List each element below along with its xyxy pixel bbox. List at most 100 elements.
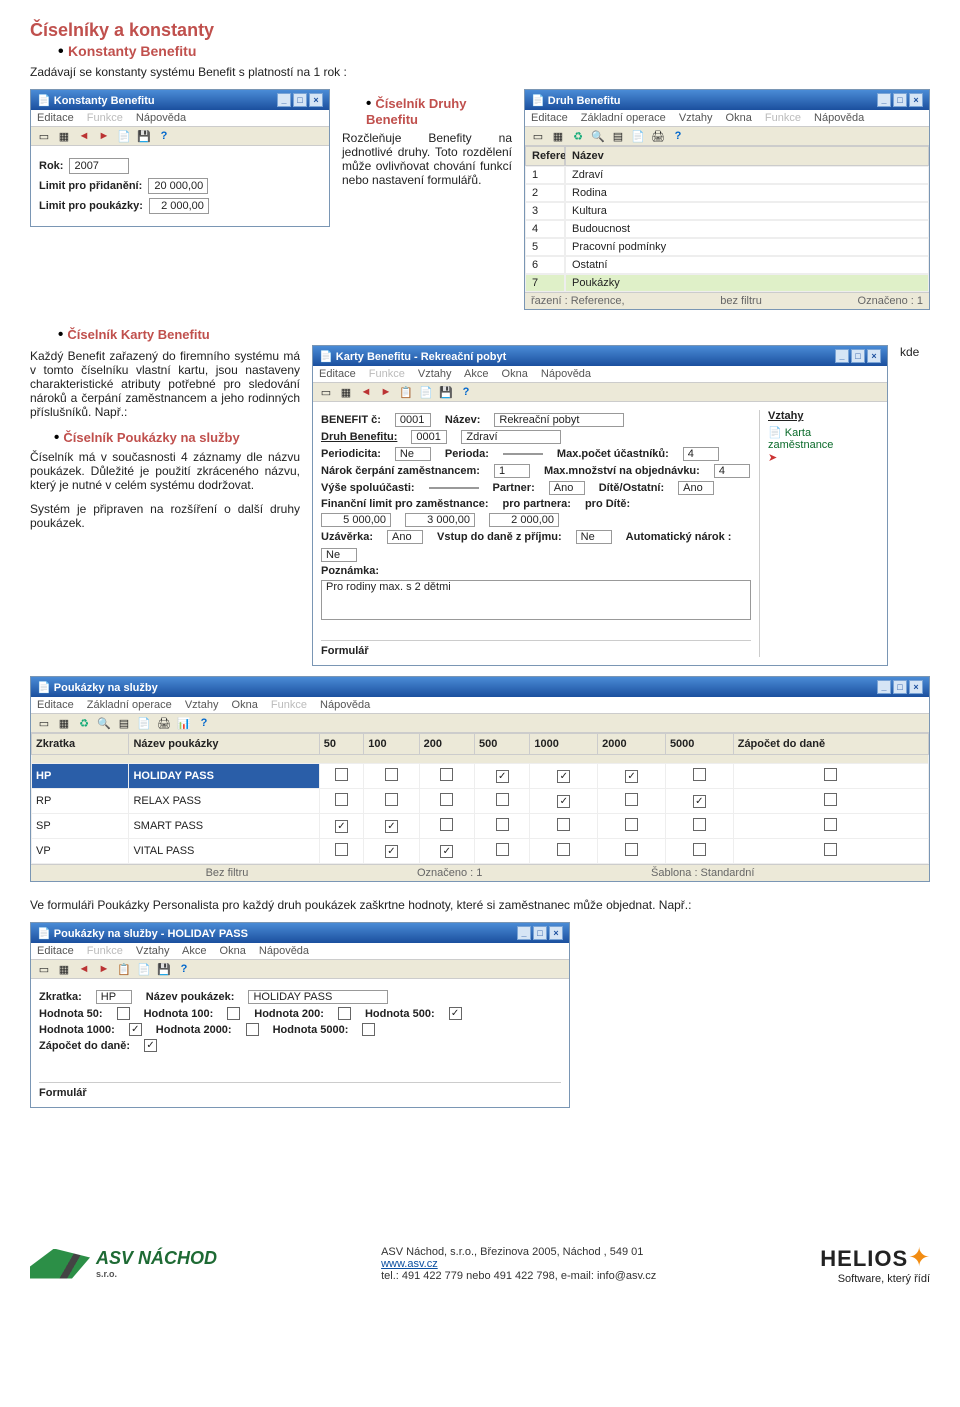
win-karty-titlebar[interactable]: 📄 Karty Benefitu - Rekreační pobyt _□× xyxy=(313,346,887,366)
lim2-input[interactable]: 2 000,00 xyxy=(149,198,209,214)
win-poukhp-titlebar[interactable]: 📄 Poukázky na služby - HOLIDAY PASS _□× xyxy=(31,923,569,943)
grid-cell[interactable]: 4 xyxy=(525,220,565,238)
tab-formular[interactable]: Formulář xyxy=(321,640,751,657)
win-druh-menu[interactable]: Editace Základní operace Vztahy Okna Fun… xyxy=(525,110,929,127)
menu-item[interactable]: Akce xyxy=(182,945,206,957)
checkbox[interactable] xyxy=(362,1023,375,1036)
zk-input[interactable]: HP xyxy=(96,990,132,1004)
menu-item[interactable]: Okna xyxy=(502,368,528,380)
checkbox[interactable] xyxy=(440,768,453,781)
window-buttons[interactable]: _□× xyxy=(275,93,323,107)
grid-cell[interactable]: 1 xyxy=(525,166,565,184)
menu-item[interactable]: Okna xyxy=(232,699,258,711)
checkbox[interactable] xyxy=(335,820,348,833)
col-header[interactable]: Zkratka xyxy=(32,734,129,755)
table-cell[interactable]: SMART PASS xyxy=(129,814,319,839)
limz-input[interactable]: 5 000,00 xyxy=(321,513,391,527)
grid-cell[interactable]: Budoucnost xyxy=(565,220,929,238)
menu-item[interactable]: Základní operace xyxy=(87,699,172,711)
checkbox[interactable] xyxy=(335,768,348,781)
menu-item[interactable]: Okna xyxy=(726,112,752,124)
tab-formular[interactable]: Formulář xyxy=(39,1082,561,1099)
checkbox[interactable] xyxy=(496,793,509,806)
pozn-textarea[interactable]: Pro rodiny max. s 2 dětmi xyxy=(321,580,751,620)
table-cell[interactable]: RELAX PASS xyxy=(129,789,319,814)
checkbox[interactable] xyxy=(693,768,706,781)
checkbox[interactable] xyxy=(385,820,398,833)
grid-cell[interactable]: 3 xyxy=(525,202,565,220)
menu-item[interactable]: Editace xyxy=(319,368,356,380)
grid-cell[interactable]: 2 xyxy=(525,184,565,202)
menu-item[interactable]: Vztahy xyxy=(679,112,713,124)
menu-item[interactable]: Editace xyxy=(37,945,74,957)
perioda-input[interactable] xyxy=(503,453,543,455)
win-druh-titlebar[interactable]: 📄 Druh Benefitu _□× xyxy=(525,90,929,110)
checkbox[interactable] xyxy=(693,843,706,856)
col-header[interactable]: Název poukázky xyxy=(129,734,319,755)
menu-item[interactable]: Vztahy xyxy=(418,368,452,380)
col-header[interactable]: 5000 xyxy=(665,734,733,755)
win-poukazky-titlebar[interactable]: 📄 Poukázky na služby _□× xyxy=(31,677,929,697)
table-cell[interactable]: RP xyxy=(32,789,129,814)
window-buttons[interactable]: _□× xyxy=(833,349,881,363)
win-poukhp-toolbar[interactable]: ▭▦ ◄► 📋📄 💾? xyxy=(31,960,569,979)
menu-item[interactable]: Nápověda xyxy=(814,112,864,124)
dite-input[interactable]: Ano xyxy=(678,481,714,495)
checkbox[interactable] xyxy=(625,818,638,831)
window-buttons[interactable]: _□× xyxy=(515,926,563,940)
grid-cell[interactable]: Ostatní xyxy=(565,256,929,274)
checkbox[interactable] xyxy=(824,818,837,831)
maxo-input[interactable]: 4 xyxy=(714,464,750,478)
menu-item[interactable]: Základní operace xyxy=(581,112,666,124)
limp-input[interactable]: 3 000,00 xyxy=(405,513,475,527)
checkbox[interactable] xyxy=(335,793,348,806)
menu-item[interactable]: Akce xyxy=(464,368,488,380)
col-header[interactable]: 200 xyxy=(419,734,474,755)
col-header[interactable]: 50 xyxy=(319,734,364,755)
checkbox[interactable] xyxy=(440,793,453,806)
table-cell[interactable]: VP xyxy=(32,839,129,864)
checkbox[interactable] xyxy=(117,1007,130,1020)
nazev-input[interactable]: Rekreační pobyt xyxy=(494,413,624,427)
checkbox[interactable] xyxy=(824,793,837,806)
checkbox[interactable] xyxy=(385,768,398,781)
menu-editace[interactable]: Editace xyxy=(37,112,74,124)
side-link-karta[interactable]: 📄 Karta zaměstnance xyxy=(768,426,879,451)
checkbox[interactable] xyxy=(496,843,509,856)
win-poukazky-menu[interactable]: Editace Základní operace Vztahy Okna Fun… xyxy=(31,697,929,714)
col-header[interactable]: Zápočet do daně xyxy=(733,734,928,755)
druh-grid[interactable]: Reference Název 1Zdraví2Rodina3Kultura4B… xyxy=(525,146,929,292)
win-karty-menu[interactable]: Editace Funkce Vztahy Akce Okna Nápověda xyxy=(313,366,887,383)
col-header[interactable]: 1000 xyxy=(530,734,598,755)
np-input[interactable]: HOLIDAY PASS xyxy=(248,990,388,1004)
col-reference[interactable]: Reference xyxy=(525,146,565,166)
checkbox[interactable] xyxy=(335,843,348,856)
grid-cell[interactable]: Rodina xyxy=(565,184,929,202)
checkbox[interactable] xyxy=(824,768,837,781)
vyse-input[interactable] xyxy=(429,487,479,489)
grid-cell[interactable]: Poukázky xyxy=(565,274,929,292)
col-header[interactable]: 500 xyxy=(475,734,530,755)
win-konstanty-menu[interactable]: Editace Funkce Nápověda xyxy=(31,110,329,127)
checkbox[interactable] xyxy=(440,845,453,858)
menu-item[interactable]: Nápověda xyxy=(259,945,309,957)
grid-cell[interactable]: 5 xyxy=(525,238,565,256)
checkbox[interactable] xyxy=(557,770,570,783)
checkbox[interactable] xyxy=(496,770,509,783)
uzav-input[interactable]: Ano xyxy=(387,530,423,544)
poukazky-table[interactable]: ZkratkaNázev poukázky5010020050010002000… xyxy=(31,733,929,864)
checkbox[interactable] xyxy=(385,793,398,806)
lim1-input[interactable]: 20 000,00 xyxy=(148,178,208,194)
col-nazev[interactable]: Název xyxy=(565,146,929,166)
checkbox[interactable] xyxy=(693,818,706,831)
table-cell[interactable]: HP xyxy=(32,764,129,789)
menu-item[interactable]: Editace xyxy=(37,699,74,711)
menu-item[interactable]: Nápověda xyxy=(320,699,370,711)
checkbox[interactable] xyxy=(625,770,638,783)
menu-item[interactable]: Okna xyxy=(220,945,246,957)
checkbox[interactable] xyxy=(440,818,453,831)
grid-cell[interactable]: 7 xyxy=(525,274,565,292)
checkbox[interactable] xyxy=(129,1023,142,1036)
periodicita-input[interactable]: Ne xyxy=(395,447,431,461)
checkbox[interactable] xyxy=(625,793,638,806)
